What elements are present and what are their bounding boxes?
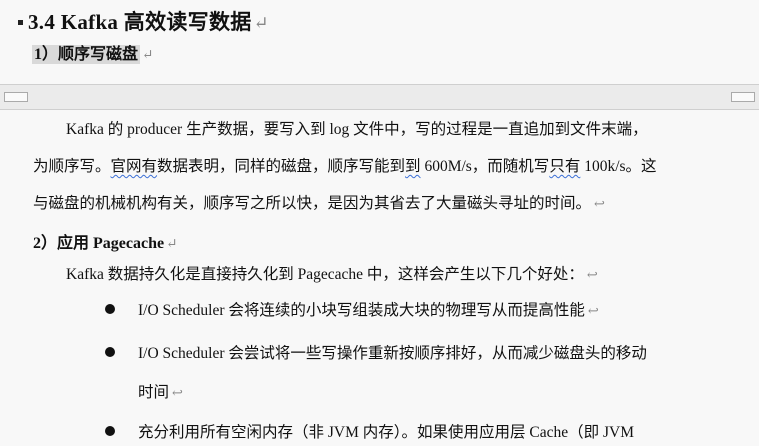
heading-bullet-marker [18,19,23,25]
document-page: 3.4 Kafka 高效读写数据 ↵ 1）顺序写磁盘 ↵ Kafka 的 produ… [0,0,759,446]
paragraph-mark-icon: ↵ [166,236,178,251]
paragraph-1-line-3-text: 与磁盘的机械机构有关，顺序写之所以快，是因为其省去了大量磁头寻址的时间。 [33,195,592,212]
bullet-item-1-text: I/O Scheduler 会将连续的小块写组装成大块的物理写从而提高性能 [138,302,585,319]
return-mark-icon: ↩ [586,267,598,282]
paragraph-2-intro-text: Kafka 数据持久化是直接持久化到 Pagecache 中，这样会产生以下几个… [66,266,584,283]
bullet-item-1: I/O Scheduler 会将连续的小块写组装成大块的物理写从而提高性能 ↩ [138,298,599,320]
paragraph-1-line-2-e: 600M/s，而随机写 [420,158,550,175]
paragraph-1-line-2-c: 数据表明，同样的磁盘，顺序写能到 [157,158,406,175]
subsection-2-label: 2）应用 Pagecache [33,235,165,252]
paragraph-1-line-2: 为顺序写。官网有数据表明，同样的磁盘，顺序写能到到 600M/s，而随机写只有 … [33,154,657,176]
return-mark-icon: ↩ [172,385,183,400]
margin-corner-mark-right [731,92,755,102]
paragraph-1-line-3: 与磁盘的机械机构有关，顺序写之所以快，是因为其省去了大量磁头寻址的时间。 ↩ [33,191,605,213]
bullet-dot-icon [105,347,115,357]
paragraph-1-line-2-a: 为顺序写。 [33,158,111,175]
heading-text: Kafka 高效读写数据 [60,10,252,34]
bullet-dot-icon [105,304,115,314]
paragraph-1-line-1-text: Kafka 的 producer 生产数据，要写入到 log 文件中，写的过程是… [66,121,648,138]
bullet-item-2-continuation-text: 时间 [138,384,170,401]
spellcheck-underline-3: 只有 [549,158,581,175]
bullet-item-2-text: I/O Scheduler 会尝试将一些写操作重新按顺序排好，从而减少磁盘头的移… [138,345,647,362]
paragraph-1-line-2-g: 100k/s。这 [580,158,657,175]
heading-number: 3.4 [28,10,56,34]
bullet-item-3: 充分利用所有空闲内存（非 JVM 内存）。如果使用应用层 Cache（即 JVM [138,420,634,442]
spellcheck-underline-1: 官网有 [110,158,158,175]
margin-corner-mark-left [4,92,28,102]
bullet-dot-icon [105,426,115,436]
bullet-item-3-text: 充分利用所有空闲内存（非 JVM 内存）。如果使用应用层 Cache（即 JVM [138,424,634,441]
spellcheck-underline-2: 到 [405,158,421,175]
bullet-item-2-continuation: 时间 ↩ [138,380,183,402]
subsection-2-title: 2）应用 Pagecache ↵ [33,229,177,253]
page-break-gap [0,84,759,110]
subsection-1-title: 1）顺序写磁盘 ↵ [32,40,153,64]
section-heading: 3.4 Kafka 高效读写数据 ↵ [18,6,269,36]
return-mark-icon: ↩ [587,303,599,318]
paragraph-2-intro: Kafka 数据持久化是直接持久化到 Pagecache 中，这样会产生以下几个… [66,262,598,284]
bullet-item-2: I/O Scheduler 会尝试将一些写操作重新按顺序排好，从而减少磁盘头的移… [138,341,647,363]
paragraph-mark-icon: ↵ [253,13,269,33]
paragraph-1-line-1: Kafka 的 producer 生产数据，要写入到 log 文件中，写的过程是… [66,117,648,139]
paragraph-mark-icon: ↵ [142,47,154,62]
return-mark-icon: ↩ [594,196,605,211]
subsection-1-label: 1）顺序写磁盘 [32,45,141,64]
